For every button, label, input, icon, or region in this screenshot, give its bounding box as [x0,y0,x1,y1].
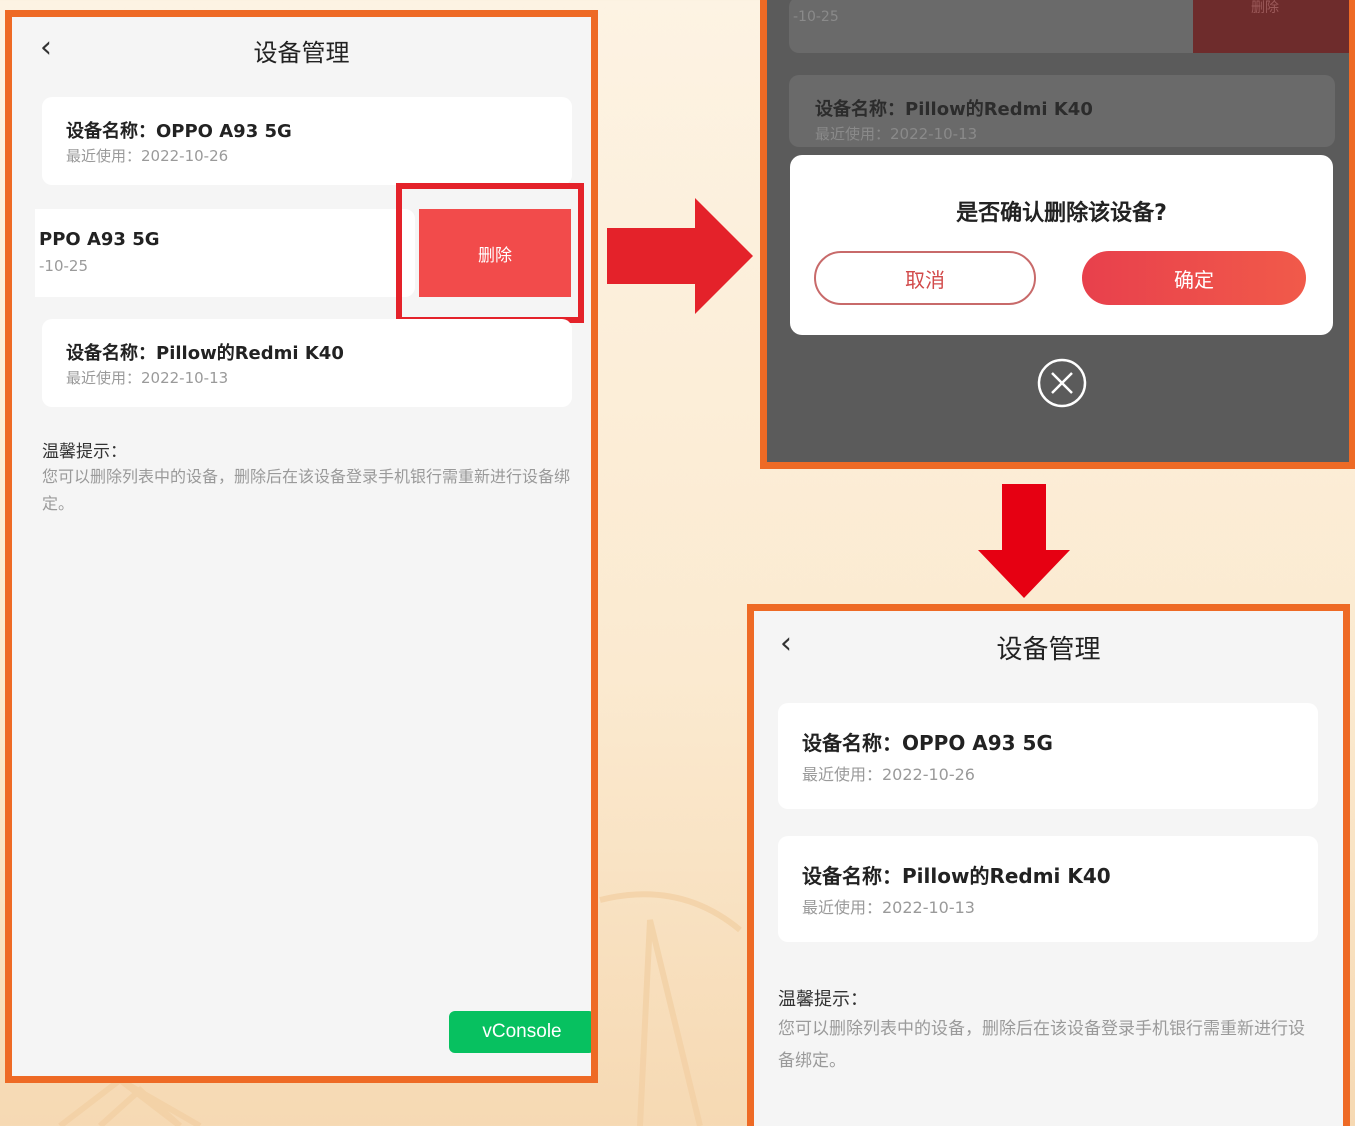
header: ‹ 设备管理 [12,17,591,79]
header: ‹ 设备管理 [754,611,1343,673]
device-name-partial: PPO A93 5G [39,229,160,250]
device-card-oppo[interactable]: 设备名称：OPPO A93 5G 最近使用：2022-10-26 [42,97,572,185]
delete-highlight-box [396,183,584,323]
device-name: 设备名称：OPPO A93 5G [66,121,292,142]
device-last-used: 最近使用：2022-10-13 [66,369,229,387]
dimmed-device-used: 最近使用：2022-10-13 [815,125,978,143]
confirm-button[interactable]: 确定 [1082,251,1306,305]
device-name: 设备名称：OPPO A93 5G [802,731,1053,755]
device-last-used: 最近使用：2022-10-26 [802,765,975,784]
dimmed-card-redmi: 设备名称：Pillow的Redmi K40 最近使用：2022-10-13 [789,75,1335,147]
device-card-redmi[interactable]: 设备名称：Pillow的Redmi K40 最近使用：2022-10-13 [42,319,572,407]
arrow-down-icon [978,484,1070,598]
confirm-dialog: 是否确认删除该设备? 取消 确定 [790,155,1333,335]
device-name: 设备名称：Pillow的Redmi K40 [66,343,344,364]
dimmed-device-name: 设备名称：Pillow的Redmi K40 [815,99,1093,120]
device-name: 设备名称：Pillow的Redmi K40 [802,864,1111,888]
dialog-question: 是否确认删除该设备? [956,201,1167,226]
device-last-used: 最近使用：2022-10-26 [66,147,229,165]
cancel-button[interactable]: 取消 [814,251,1036,305]
tips-text: 您可以删除列表中的设备，删除后在该设备登录手机银行需重新进行设备绑定。 [778,1019,1305,1071]
tips-title: 温馨提示： [778,989,868,1010]
device-card-swiped[interactable]: PPO A93 5G -10-25 [35,209,415,297]
arrow-right-icon [607,198,753,314]
dimmed-delete-label: 删除 [1251,0,1279,16]
dimmed-last-used: -10-25 [793,9,839,25]
dimmed-delete-button: 删除 [1193,0,1349,53]
device-last-used: 最近使用：2022-10-13 [802,898,975,917]
tips-title: 温馨提示： [42,442,127,462]
screen-swipe-to-delete: ‹ 设备管理 设备名称：OPPO A93 5G 最近使用：2022-10-26 … [5,10,598,1083]
dimmed-card-swiped: -10-25 删除 [789,0,1349,53]
vconsole-button[interactable]: vConsole [449,1011,591,1053]
close-circle-icon[interactable] [1036,357,1088,409]
page-title: 设备管理 [253,39,350,67]
device-card-redmi[interactable]: 设备名称：Pillow的Redmi K40 最近使用：2022-10-13 [778,836,1318,942]
screen-after-delete: ‹ 设备管理 设备名称：OPPO A93 5G 最近使用：2022-10-26 … [747,604,1350,1126]
screen-confirm-dialog: -10-25 删除 设备名称：Pillow的Redmi K40 最近使用：202… [760,0,1355,469]
device-card-oppo[interactable]: 设备名称：OPPO A93 5G 最近使用：2022-10-26 [778,703,1318,809]
tips-text: 您可以删除列表中的设备，删除后在该设备登录手机银行需重新进行设备绑定。 [42,467,571,513]
page-title: 设备管理 [996,635,1101,665]
device-last-used-partial: -10-25 [39,257,88,275]
